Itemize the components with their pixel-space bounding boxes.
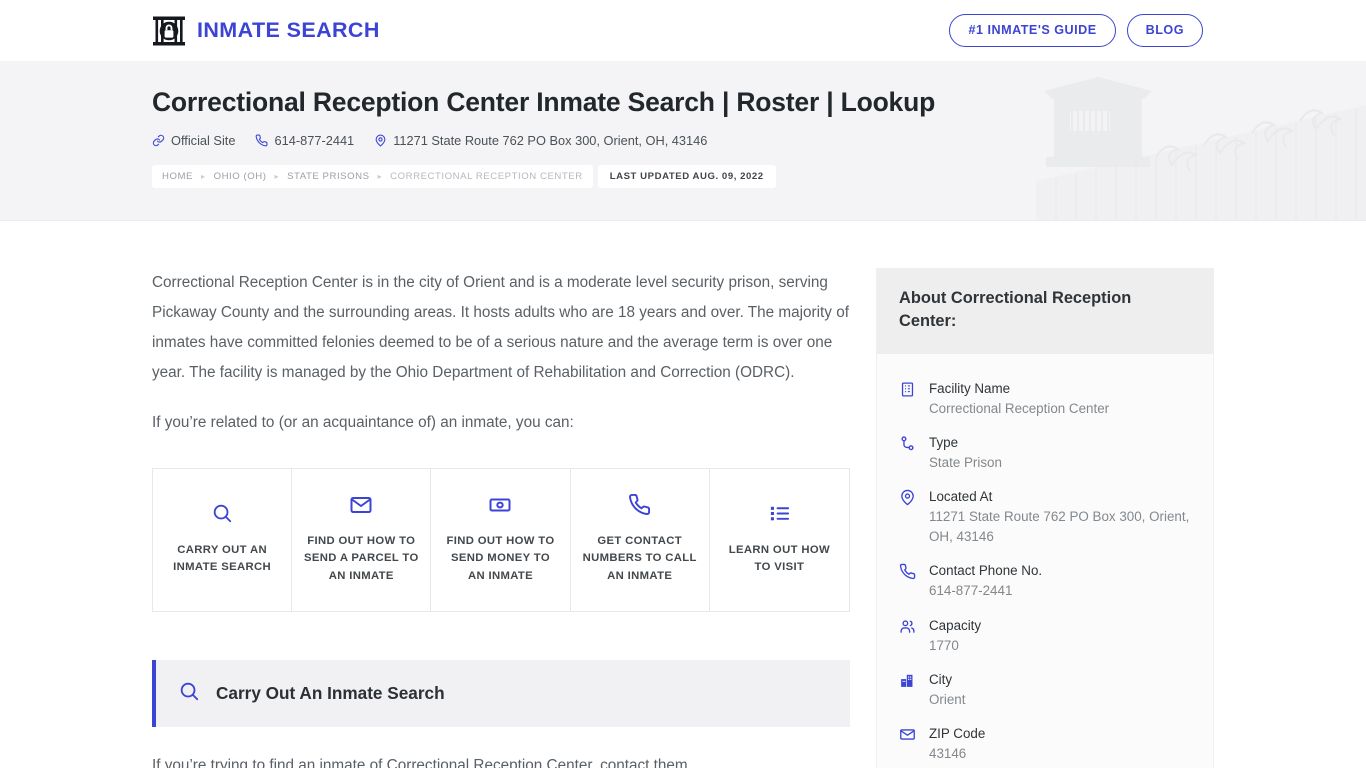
hero-section: Correctional Reception Center Inmate Sea… [0,61,1366,221]
list-icon [768,502,791,526]
facility-info-list: Facility Name Correctional Reception Cen… [877,354,1213,768]
main-column: Correctional Reception Center is in the … [152,268,850,768]
breadcrumb-track: HOME ▸ OHIO (OH) ▸ STATE PRISONS ▸ CORRE… [152,164,593,188]
sidebar-heading: About Correctional Reception Center: [877,269,1213,354]
map-pin-icon [374,134,387,147]
section-title: Carry Out An Inmate Search [216,683,445,703]
info-value: 11271 State Route 762 PO Box 300, Orient… [929,509,1190,545]
search-icon [211,502,233,526]
people-icon [899,618,917,636]
city-icon [899,672,917,690]
section-paragraph: If you’re trying to find an inmate of Co… [152,757,688,768]
info-value: 614-877-2441 [929,583,1013,599]
breadcrumb: HOME ▸ OHIO (OH) ▸ STATE PRISONS ▸ CORRE… [152,164,1366,188]
info-value: 43146 [929,746,967,762]
info-row-contact-phone: Contact Phone No. 614-877-2441 [899,554,1191,608]
page-content: Correctional Reception Center is in the … [0,221,1366,768]
page-title: Correctional Reception Center Inmate Sea… [152,87,936,117]
search-icon [178,680,200,707]
info-label: Type [929,434,959,450]
breadcrumb-item-ohio[interactable]: OHIO (OH) [214,171,267,182]
brand-logo[interactable]: INMATE SEARCH [152,14,380,48]
card-label: GET CONTACT NUMBERS TO CALL AN INMATE [582,534,697,582]
card-label: FIND OUT HOW TO SEND A PARCEL TO AN INMA… [303,534,419,582]
card-contact-numbers[interactable]: GET CONTACT NUMBERS TO CALL AN INMATE [571,469,710,611]
prison-bars-padlock-icon [152,14,186,48]
info-row-city: City Orient [899,663,1191,717]
breadcrumb-item-current: CORRECTIONAL RECEPTION CENTER [390,170,583,182]
address-text: 11271 State Route 762 PO Box 300, Orient… [393,132,708,148]
intro-paragraph: Correctional Reception Center is in the … [152,274,849,381]
info-label: ZIP Code [929,726,986,742]
info-label: City [929,671,953,687]
info-label: Contact Phone No. [929,563,1043,579]
info-row-located-at: Located At 11271 State Route 762 PO Box … [899,480,1191,554]
card-how-to-visit[interactable]: LEARN OUT HOW TO VISIT [710,469,849,611]
card-label: CARRY OUT AN INMATE SEARCH [173,543,272,574]
secondary-paragraph: If you’re related to (or an acquaintance… [152,414,574,431]
breadcrumb-separator-icon: ▸ [377,171,383,181]
info-row-zip-code: ZIP Code 43146 [899,717,1191,768]
phone-number: 614-877-2441 [274,132,355,148]
map-pin-icon [899,489,917,507]
card-inmate-search[interactable]: CARRY OUT AN INMATE SEARCH [153,469,293,611]
info-label: Located At [929,489,993,505]
top-navigation-bar: INMATE SEARCH #1 INMATE'S GUIDE BLOG [0,0,1366,61]
address-item: 11271 State Route 762 PO Box 300, Orient… [374,133,707,148]
card-label: FIND OUT HOW TO SEND MONEY TO AN INMATE [446,534,555,582]
phone-icon [899,563,917,581]
breadcrumb-item-state-prisons[interactable]: STATE PRISONS [287,171,370,182]
phone-icon [628,493,651,517]
info-value: 1770 [929,637,959,653]
section-heading-inmate-search: Carry Out An Inmate Search [152,660,850,727]
phone-link[interactable]: 614-877-2441 [255,133,354,148]
info-value: State Prison [929,454,1002,470]
last-updated-badge: LAST UPDATED AUG. 09, 2022 [597,164,776,188]
sidebar-column: About Correctional Reception Center: Fac… [876,268,1214,768]
about-facility-panel: About Correctional Reception Center: Fac… [876,268,1214,768]
facility-meta-row: Official Site 614-877-2441 11271 State R… [152,133,1366,148]
envelope-icon [349,493,373,517]
info-label: Facility Name [929,380,1011,396]
action-card-grid: CARRY OUT AN INMATE SEARCH FIND OUT HOW … [152,468,850,612]
breadcrumb-separator-icon: ▸ [274,171,280,181]
info-value: Correctional Reception Center [929,400,1110,416]
official-site-label: Official Site [171,132,236,148]
phone-icon [255,134,268,147]
card-send-parcel[interactable]: FIND OUT HOW TO SEND A PARCEL TO AN INMA… [292,469,432,611]
link-icon [152,134,165,147]
banknote-icon [488,493,512,517]
nav-actions: #1 INMATE'S GUIDE BLOG [949,14,1203,47]
brand-name: INMATE SEARCH [197,18,380,42]
blog-button[interactable]: BLOG [1126,14,1203,47]
info-row-facility-name: Facility Name Correctional Reception Cen… [899,372,1191,426]
breadcrumb-separator-icon: ▸ [200,171,206,181]
node-type-icon [899,435,917,453]
envelope-icon [899,726,917,744]
building-icon [899,381,917,399]
info-label: Capacity [929,617,982,633]
info-row-capacity: Capacity 1770 [899,609,1191,663]
info-row-type: Type State Prison [899,426,1191,480]
inmates-guide-button[interactable]: #1 INMATE'S GUIDE [949,14,1116,47]
official-site-link[interactable]: Official Site [152,133,235,148]
card-label: LEARN OUT HOW TO VISIT [728,543,830,574]
card-send-money[interactable]: FIND OUT HOW TO SEND MONEY TO AN INMATE [431,469,571,611]
info-value: Orient [929,691,966,707]
breadcrumb-item-home[interactable]: HOME [162,171,193,182]
